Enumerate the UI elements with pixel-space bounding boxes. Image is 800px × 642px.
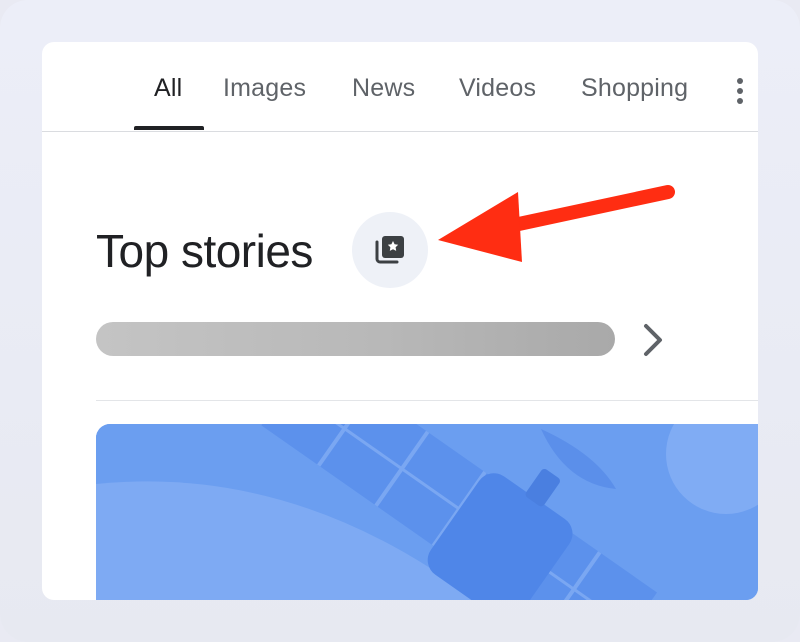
search-results-card: All Images News Videos Shopping Top stor…: [42, 42, 758, 600]
more-vert-icon[interactable]: [732, 76, 748, 106]
section-divider: [96, 400, 758, 401]
tab-shopping[interactable]: Shopping: [581, 74, 688, 103]
story-thumbnail[interactable]: [96, 424, 758, 600]
tab-videos[interactable]: Videos: [459, 74, 536, 103]
tab-news[interactable]: News: [352, 74, 415, 103]
loading-placeholder-bar: [96, 322, 615, 356]
active-tab-indicator: [134, 126, 204, 130]
search-tabs: All Images News Videos Shopping: [42, 42, 758, 132]
chevron-right-icon[interactable]: [640, 322, 668, 358]
arrow-icon: [438, 185, 675, 262]
satellite-illustration: [96, 424, 758, 600]
section-title: Top stories: [96, 225, 313, 277]
tab-all[interactable]: All: [154, 74, 182, 103]
tab-images[interactable]: Images: [223, 74, 306, 103]
